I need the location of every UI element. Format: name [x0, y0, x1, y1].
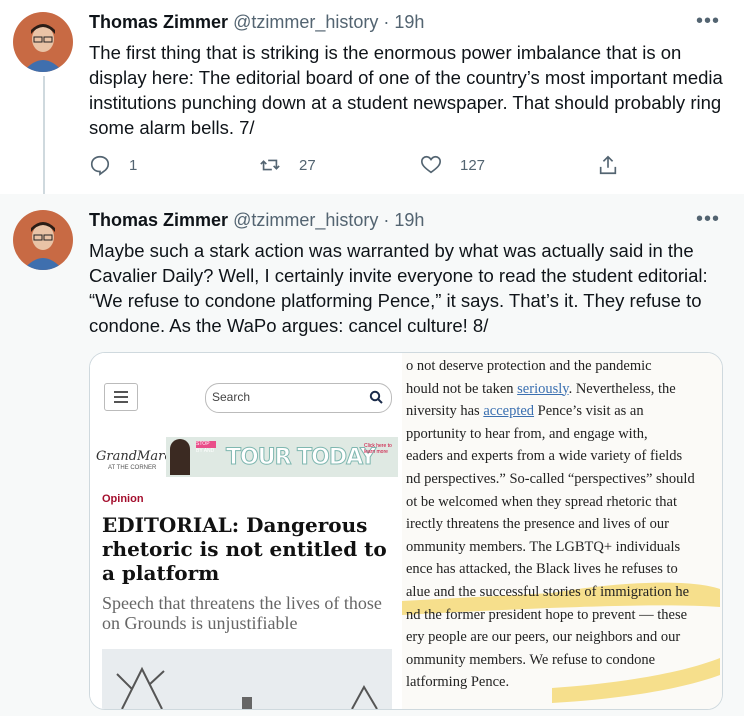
- handle[interactable]: @tzimmer_history: [233, 210, 378, 230]
- newspaper-screenshot: Search GrandMarc AT THE CORNER STOP BY A…: [90, 353, 402, 709]
- ad-click: Click here to learn more: [364, 443, 392, 455]
- like-count: 127: [460, 156, 486, 174]
- tweet-header: Thomas Zimmer @tzimmer_history · 19h: [89, 210, 425, 230]
- search-input: Search: [205, 383, 392, 413]
- link-accepted: accepted: [483, 403, 535, 420]
- retweet-count: 27: [299, 156, 316, 174]
- ad-stop: STOP BY AND: [196, 441, 216, 454]
- tweet-text: Maybe such a stark action was warranted …: [89, 240, 708, 336]
- ad-model-figure: [170, 439, 190, 475]
- handle[interactable]: @tzimmer_history: [233, 12, 378, 32]
- avatar[interactable]: [13, 210, 73, 270]
- tweet-1[interactable]: Thomas Zimmer @tzimmer_history · 19h •••…: [0, 0, 744, 196]
- retweet-button[interactable]: 27: [259, 154, 316, 176]
- more-options-icon[interactable]: •••: [696, 208, 720, 231]
- ad-brand: GrandMarc: [96, 449, 172, 464]
- retweet-icon: [260, 159, 280, 171]
- tweet-header: Thomas Zimmer @tzimmer_history · 19h: [89, 12, 425, 32]
- article-subheadline: Speech that threatens the lives of those…: [102, 593, 382, 633]
- display-name[interactable]: Thomas Zimmer: [89, 12, 228, 32]
- ad-brand-sub: AT THE CORNER: [108, 465, 157, 471]
- tweet-text: The first thing that is striking is the …: [89, 42, 723, 138]
- reply-button[interactable]: 1: [89, 154, 137, 176]
- article-text: o not deserve protection and the pandemi…: [406, 358, 695, 691]
- reply-count: 1: [129, 156, 138, 174]
- timestamp[interactable]: 19h: [394, 210, 424, 230]
- timestamp[interactable]: 19h: [394, 12, 424, 32]
- link-seriously: seriously: [517, 380, 569, 397]
- thread-line: [43, 76, 45, 196]
- site-header: Search: [90, 353, 402, 427]
- display-name[interactable]: Thomas Zimmer: [89, 210, 228, 230]
- ad-tour: TOUR TODAY: [226, 445, 377, 471]
- article-photo: [102, 649, 392, 709]
- advertisement-banner: GrandMarc AT THE CORNER STOP BY AND TOUR…: [90, 437, 402, 479]
- article-excerpt: o not deserve protection and the pandemi…: [402, 353, 722, 709]
- search-placeholder: Search: [212, 390, 251, 404]
- avatar[interactable]: [13, 12, 73, 72]
- search-icon: [369, 390, 383, 404]
- like-button[interactable]: 127: [420, 154, 485, 176]
- more-options-icon[interactable]: •••: [696, 10, 720, 33]
- reply-icon: [90, 155, 110, 176]
- section-label: Opinion: [102, 493, 144, 505]
- image-card[interactable]: Search GrandMarc AT THE CORNER STOP BY A…: [89, 352, 723, 710]
- ad-tour-panel: STOP BY AND TOUR TODAY Click here to lea…: [166, 437, 398, 477]
- heart-icon: [421, 155, 441, 174]
- menu-icon: [104, 383, 138, 411]
- article-headline: EDITORIAL: Dangerous rhetoric is not ent…: [102, 513, 387, 585]
- share-icon: [599, 155, 617, 175]
- tweet-actions: 1 27 127: [89, 154, 649, 182]
- share-button[interactable]: [597, 154, 619, 176]
